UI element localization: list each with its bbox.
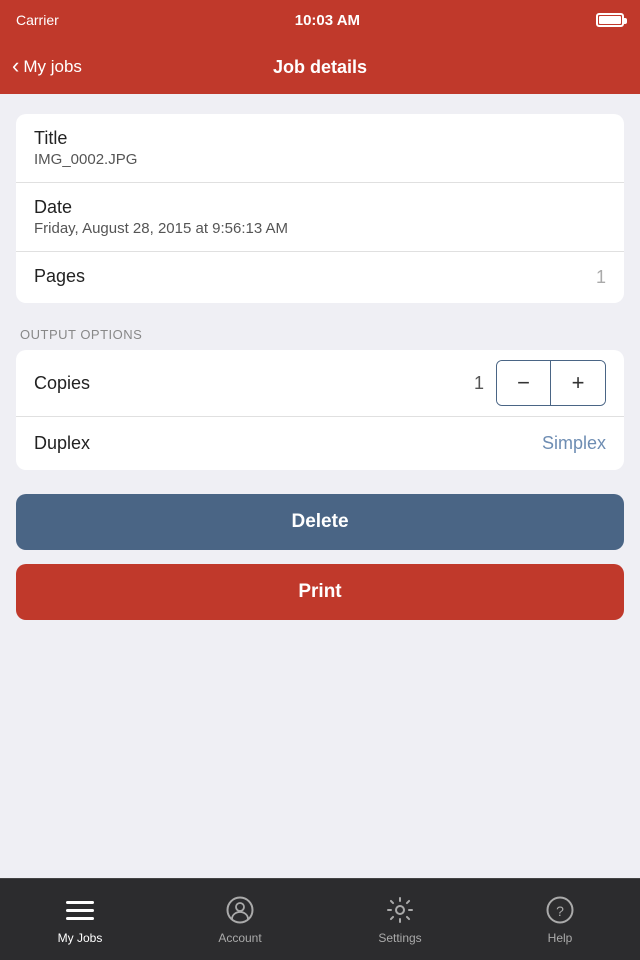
job-info-card: Title IMG_0002.JPG Date Friday, August 2… [16,114,624,303]
account-icon [224,894,256,926]
my-jobs-icon [64,894,96,926]
main-content: Title IMG_0002.JPG Date Friday, August 2… [0,94,640,878]
nav-bar: ‹ My jobs Job details [0,40,640,94]
output-options-header: OUTPUT OPTIONS [16,327,624,350]
tab-settings-label: Settings [378,931,421,945]
delete-button[interactable]: Delete [16,494,624,550]
copies-control: 1 − + [474,360,606,406]
help-icon: ? [544,894,576,926]
tab-account[interactable]: Account [160,894,320,945]
battery-icon [596,13,624,27]
tab-bar: My Jobs Account Settings ? [0,878,640,960]
copies-stepper: − + [496,360,606,406]
increase-button[interactable]: + [551,361,605,405]
date-row: Date Friday, August 28, 2015 at 9:56:13 … [16,183,624,252]
pages-row: Pages 1 [16,252,624,303]
tab-settings[interactable]: Settings [320,894,480,945]
copies-row: Copies 1 − + [16,350,624,417]
output-options-card: Copies 1 − + Duplex Simplex [16,350,624,470]
back-button[interactable]: ‹ My jobs [12,57,82,77]
date-label: Date [34,197,606,218]
title-row: Title IMG_0002.JPG [16,114,624,183]
title-label: Title [34,128,606,149]
back-label: My jobs [23,57,82,77]
status-bar: Carrier 10:03 AM [0,0,640,40]
duplex-label: Duplex [34,433,90,454]
print-button[interactable]: Print [16,564,624,620]
page-title: Job details [273,57,367,78]
settings-icon [384,894,416,926]
tab-account-label: Account [218,931,261,945]
duplex-row: Duplex Simplex [16,417,624,470]
status-icons [596,13,624,27]
tab-my-jobs-label: My Jobs [58,931,103,945]
carrier-label: Carrier [16,12,59,28]
copies-count: 1 [474,373,484,394]
copies-label: Copies [34,373,90,394]
decrease-button[interactable]: − [497,361,551,405]
time-label: 10:03 AM [295,12,360,29]
pages-label: Pages [34,266,85,287]
duplex-value: Simplex [542,433,606,454]
tab-help-label: Help [548,931,573,945]
tab-my-jobs[interactable]: My Jobs [0,894,160,945]
title-value: IMG_0002.JPG [34,151,606,168]
date-value: Friday, August 28, 2015 at 9:56:13 AM [34,220,606,237]
pages-value: 1 [596,267,606,288]
tab-help[interactable]: ? Help [480,894,640,945]
chevron-left-icon: ‹ [12,55,19,77]
svg-text:?: ? [556,903,564,919]
